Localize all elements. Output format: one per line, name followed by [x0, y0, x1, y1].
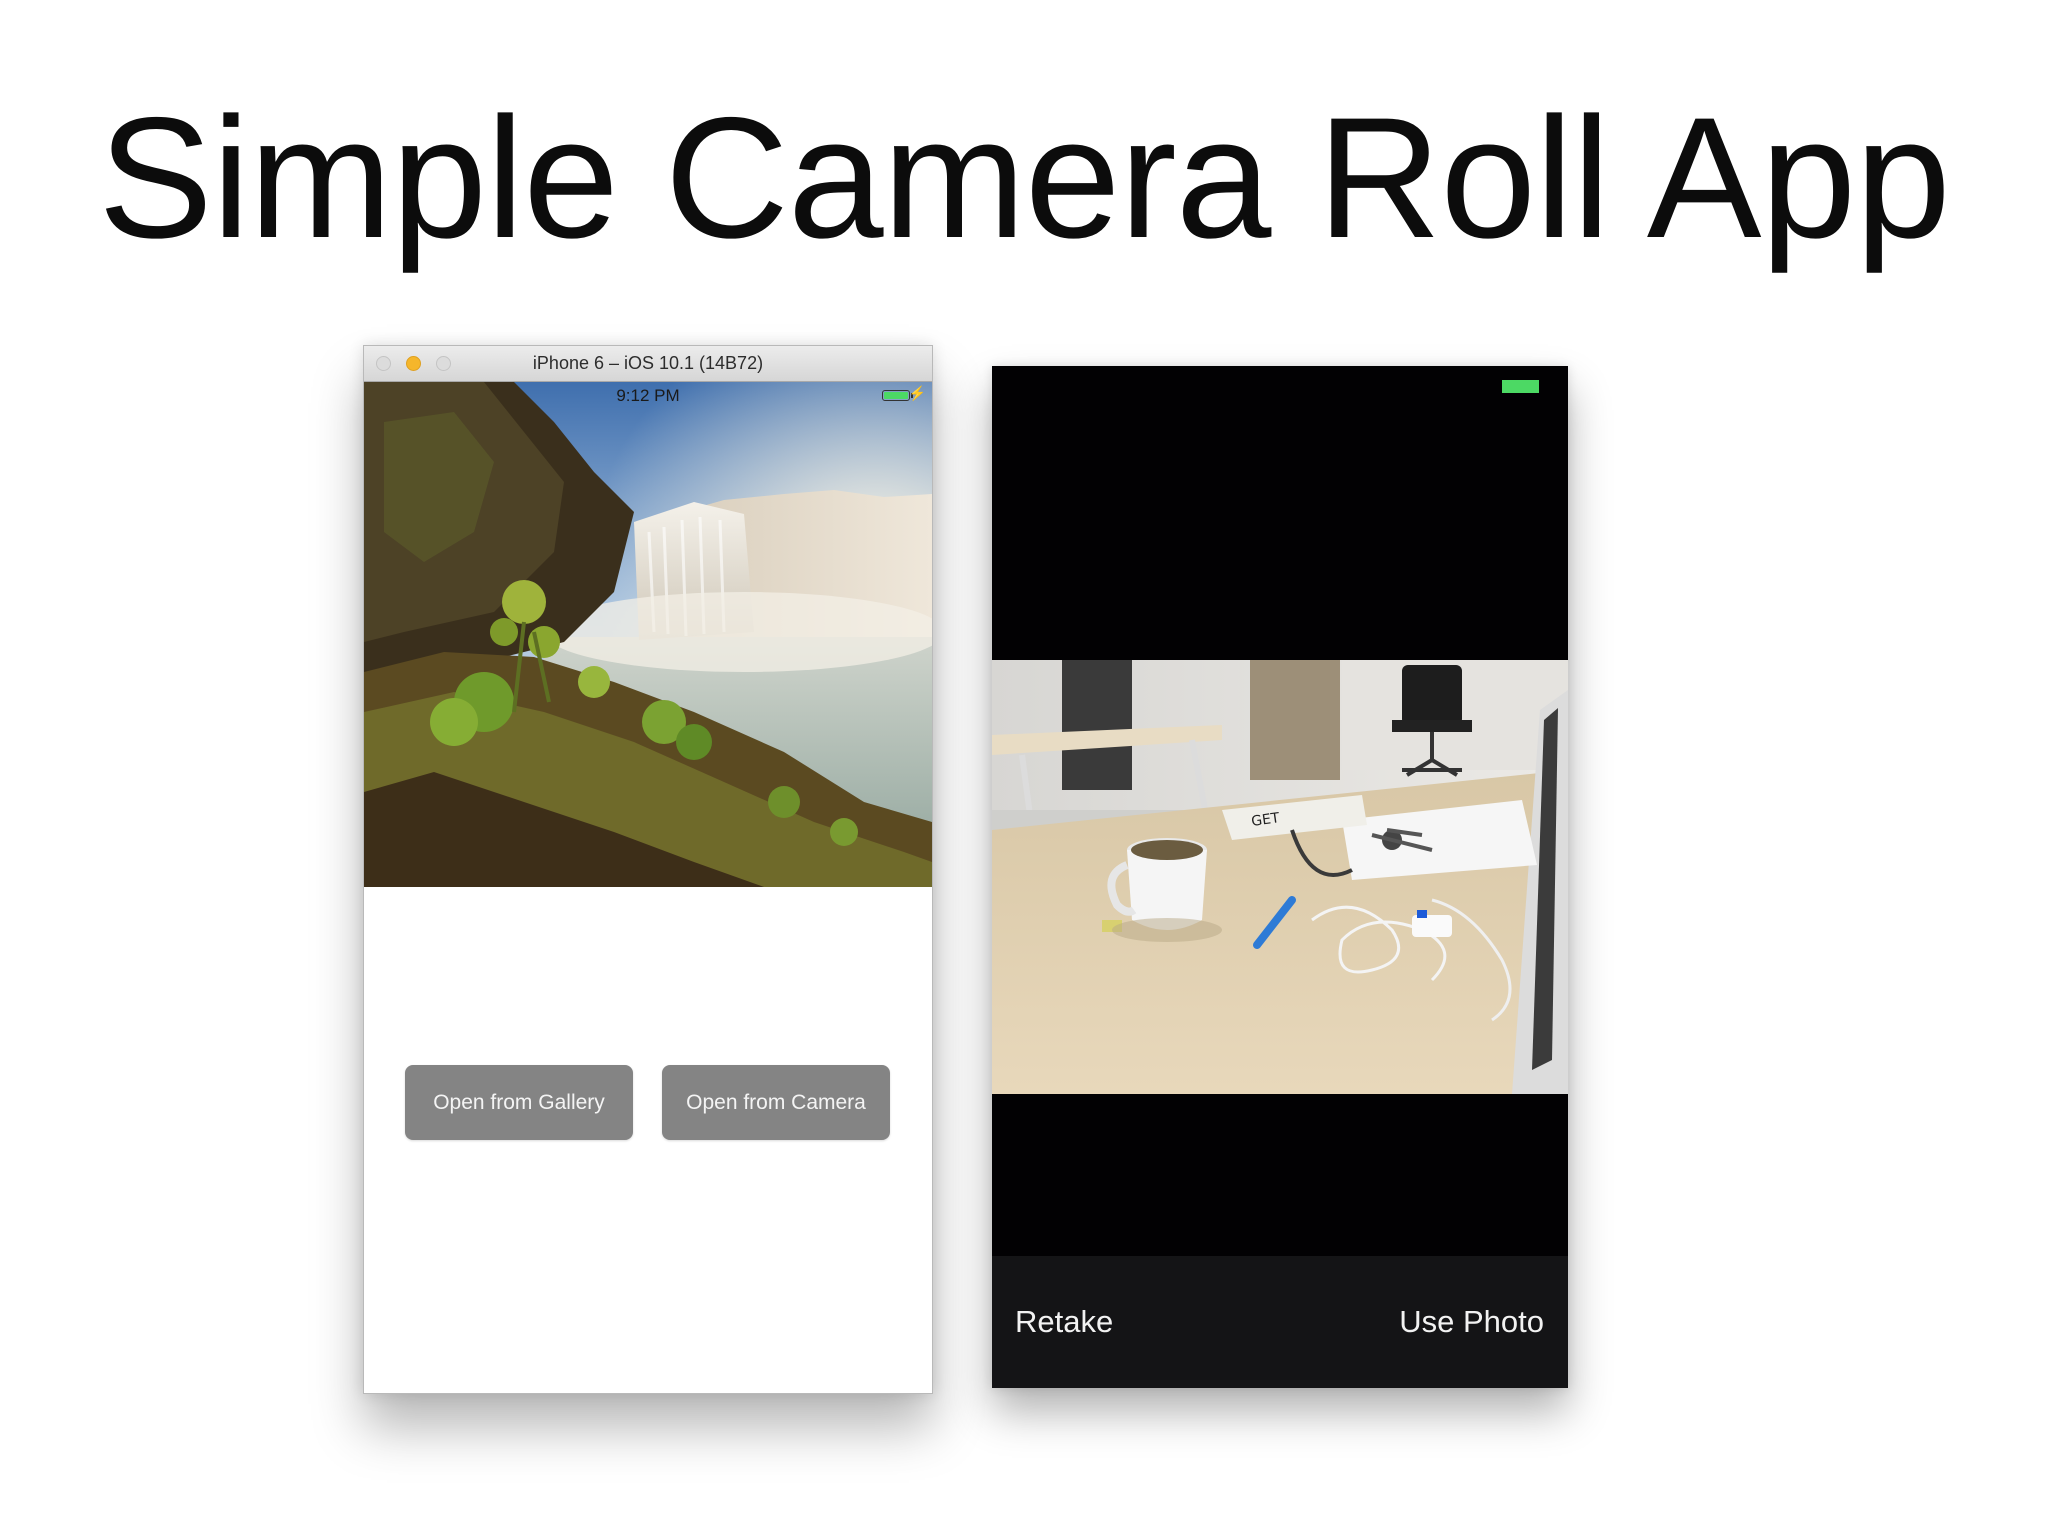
use-photo-button[interactable]: Use Photo	[1399, 1304, 1544, 1340]
open-from-camera-button[interactable]: Open from Camera	[662, 1065, 890, 1140]
phone-screen: 9:12 PM ⚡	[364, 382, 932, 1393]
battery-icon	[882, 390, 910, 401]
waterfall-photo: 9:12 PM ⚡	[364, 382, 932, 887]
office-desk-photo: GET	[992, 660, 1568, 1094]
charging-icon: ⚡	[908, 385, 926, 401]
slide-title: Simple Camera Roll App	[98, 82, 1951, 274]
retake-button[interactable]: Retake	[1015, 1304, 1113, 1340]
battery-icon	[1502, 380, 1539, 393]
camera-toolbar: Retake Use Photo	[992, 1256, 1568, 1388]
status-time: 9:12 PM	[616, 386, 680, 405]
slide: Simple Camera Roll App iPhone 6 – iOS 10…	[0, 0, 2048, 1536]
open-from-gallery-button[interactable]: Open from Gallery	[405, 1065, 633, 1140]
window-title: iPhone 6 – iOS 10.1 (14B72)	[532, 353, 764, 373]
simulator-window: iPhone 6 – iOS 10.1 (14B72) 9:12 PM ⚡	[363, 345, 933, 1394]
camera-preview-screen: GET Retake Use Photo	[992, 366, 1568, 1388]
window-titlebar: iPhone 6 – iOS 10.1 (14B72)	[364, 346, 932, 382]
